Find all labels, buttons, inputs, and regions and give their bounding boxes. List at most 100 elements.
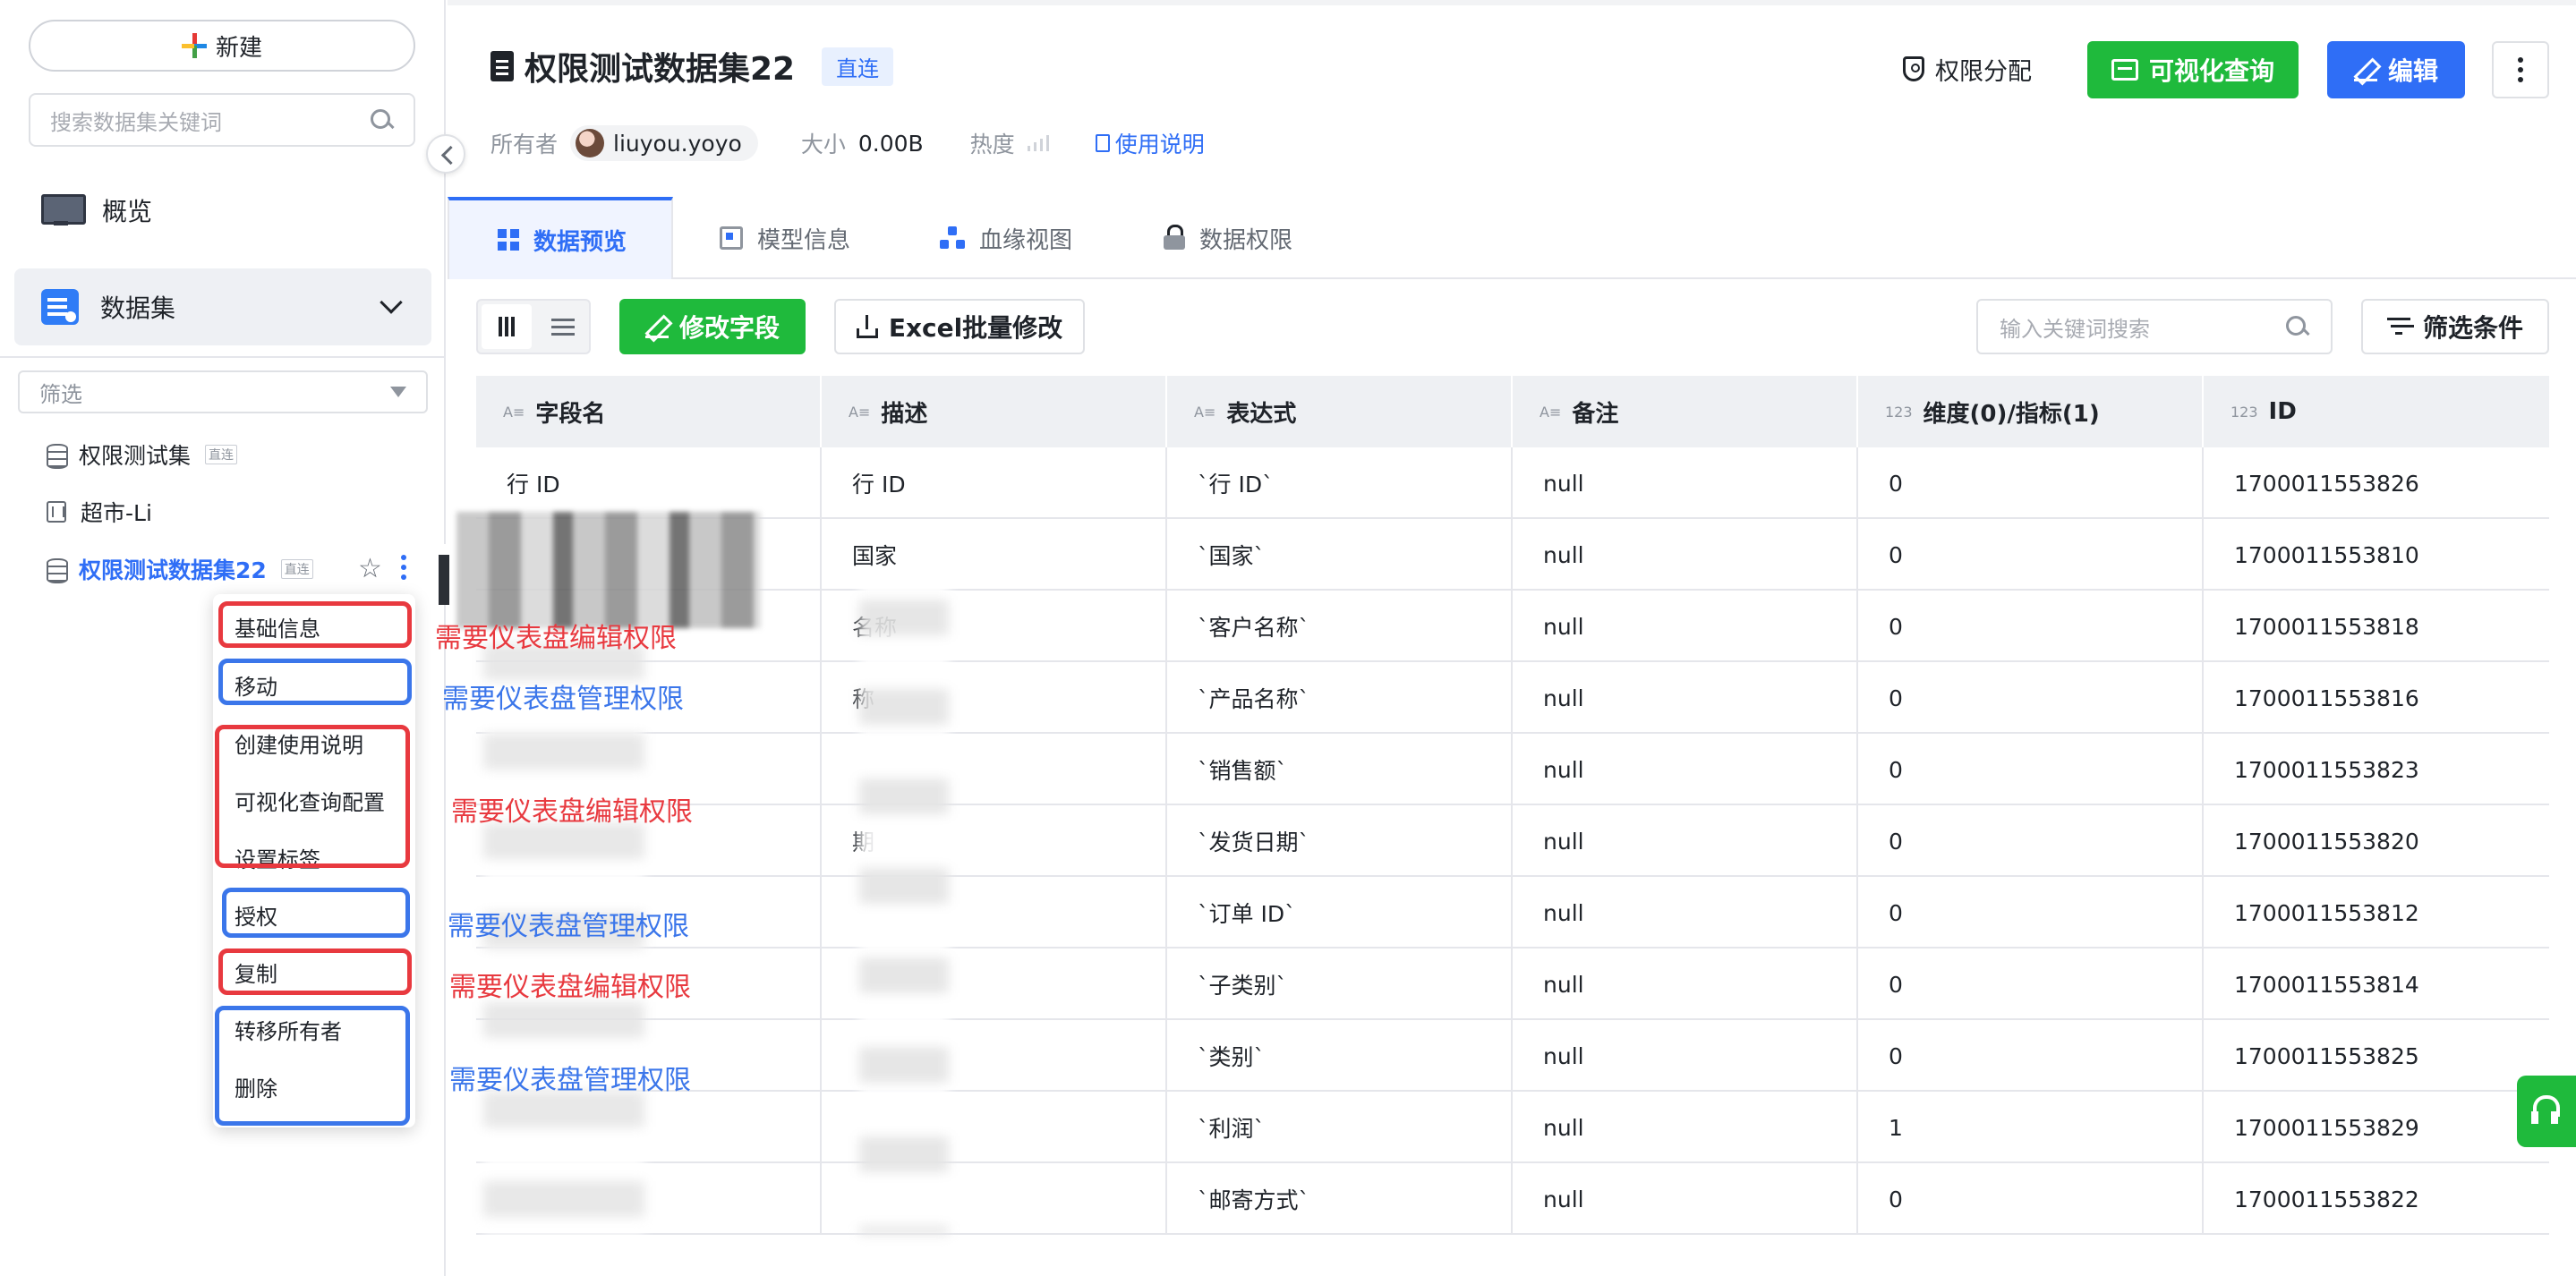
usage-guide-link[interactable]: 使用说明 xyxy=(1095,127,1205,159)
nav-dataset[interactable]: 数据集 xyxy=(14,268,431,345)
tab-model-info[interactable]: 模型信息 xyxy=(720,197,850,279)
tree-item-tag: 直连 xyxy=(280,559,313,579)
table-row[interactable]: `订单 ID` null 0 1700011553812 xyxy=(476,877,2549,948)
visual-query-button[interactable]: 可视化查询 xyxy=(2087,41,2299,98)
tab-lineage-view[interactable]: 血缘视图 xyxy=(940,197,1072,279)
search-icon[interactable] xyxy=(2284,314,2309,339)
tree-item-dataset-1[interactable]: 权限测试集 直连 xyxy=(0,430,446,480)
nav-overview[interactable]: 概览 xyxy=(14,181,431,240)
table-cell: null xyxy=(1513,662,1858,734)
table-cell: 1700011553818 xyxy=(2234,613,2419,640)
chevron-down-icon[interactable] xyxy=(380,291,403,314)
tab-data-preview[interactable]: 数据预览 xyxy=(448,197,673,279)
column-header-label: 字段名 xyxy=(535,400,606,428)
table-row[interactable]: `利润` null 1 1700011553829 xyxy=(476,1092,2549,1163)
mosaic-mask xyxy=(456,512,761,628)
table-row[interactable]: `邮寄方式` null 0 1700011553822 xyxy=(476,1163,2549,1235)
table-cell: 0 xyxy=(1858,1163,2204,1235)
excel-batch-edit-button[interactable]: Excel批量修改 xyxy=(834,299,1085,354)
heat-bars-icon xyxy=(1027,135,1049,151)
table-cell: null xyxy=(1513,877,1858,948)
document-icon xyxy=(490,51,514,81)
edit-button[interactable]: 编辑 xyxy=(2327,41,2465,98)
table-row[interactable]: 国家 `国家` null 0 1700011553810 xyxy=(476,519,2549,591)
keyword-search-placeholder: 输入关键词搜索 xyxy=(2000,316,2150,342)
annotation-manage-permission: 需要仪表盘管理权限 xyxy=(442,684,684,715)
table-cell: null xyxy=(1513,519,1858,591)
column-header[interactable]: A≡ 表达式 xyxy=(1167,376,1513,447)
table-cell: 1700011553825 xyxy=(2234,1042,2419,1069)
highlight-box-red xyxy=(215,725,410,868)
column-header[interactable]: A≡ 描述 xyxy=(822,376,1167,447)
column-header[interactable]: A≡ 字段名 xyxy=(476,376,822,447)
sheet-icon xyxy=(47,501,66,523)
monitor-icon xyxy=(41,194,86,226)
tab-data-permission[interactable]: 数据权限 xyxy=(1164,197,1292,279)
usage-guide-label: 使用说明 xyxy=(1114,132,1205,157)
table-cell: `产品名称` xyxy=(1167,662,1513,734)
filter-conditions-button[interactable]: 筛选条件 xyxy=(2361,299,2549,354)
table-cell: 1700011553822 xyxy=(2234,1186,2419,1212)
new-button[interactable]: 新建 xyxy=(29,20,415,72)
list-view-icon[interactable] xyxy=(541,304,587,349)
more-vertical-icon[interactable] xyxy=(401,555,406,582)
annotation-edit-permission: 需要仪表盘编辑权限 xyxy=(449,972,691,1003)
sidebar-divider xyxy=(0,356,446,358)
top-strip xyxy=(448,0,2576,5)
grid-icon xyxy=(498,229,519,251)
column-header-label: 表达式 xyxy=(1226,400,1297,428)
table-cell: `类别` xyxy=(1167,1020,1513,1092)
tree-item-dataset-2[interactable]: 超市-Li xyxy=(0,487,446,537)
search-icon[interactable] xyxy=(369,107,394,132)
table-cell: 0 xyxy=(1858,519,2204,591)
lineage-icon xyxy=(940,226,965,250)
column-header[interactable]: 123 ID xyxy=(2204,376,2549,447)
permission-assign-label: 权限分配 xyxy=(1935,57,2032,86)
table-cell: null xyxy=(1513,1163,1858,1235)
more-button[interactable] xyxy=(2492,41,2549,98)
annotation-edit-permission: 需要仪表盘编辑权限 xyxy=(451,796,693,828)
heat-label: 热度 xyxy=(969,132,1015,157)
pen-icon xyxy=(2353,58,2377,81)
plus-icon xyxy=(181,33,207,58)
table-row[interactable]: 称`产品名称`null01700011553816 xyxy=(476,662,2549,734)
sidebar-collapse-button[interactable] xyxy=(426,134,465,174)
field-type-icon: A≡ xyxy=(503,403,525,421)
annotation-manage-permission: 需要仪表盘管理权限 xyxy=(449,1065,691,1096)
page-title: 权限测试数据集22 xyxy=(525,51,796,88)
table-row[interactable]: `类别` null 0 1700011553825 xyxy=(476,1020,2549,1092)
table-cell: null xyxy=(1513,805,1858,877)
headset-icon[interactable] xyxy=(2517,1076,2576,1147)
dataset-search-input[interactable]: 搜索数据集关键词 xyxy=(29,93,415,147)
column-view-icon[interactable] xyxy=(482,304,532,349)
size-label: 大小 xyxy=(800,132,846,157)
annotation-manage-permission: 需要仪表盘管理权限 xyxy=(448,911,689,942)
table-cell: 0 xyxy=(1858,591,2204,662)
permission-assign-button[interactable]: 权限分配 xyxy=(1894,41,2041,97)
meta-row: 所有者 liuyou.yoyo 大小 0.00B 热度 使用说明 xyxy=(490,125,1205,161)
table-cell: `客户名称` xyxy=(1167,591,1513,662)
tree-filter-select[interactable]: 筛选 xyxy=(18,370,428,413)
table-cell: null xyxy=(1513,734,1858,805)
table-cell: 1700011553810 xyxy=(2234,541,2419,568)
page-title-row: 权限测试数据集22 直连 xyxy=(490,43,894,89)
table-row[interactable]: 期`发货日期`null01700011553820 xyxy=(476,805,2549,877)
column-header[interactable]: A≡ 备注 xyxy=(1513,376,1858,447)
column-header[interactable]: 123 维度(0)/指标(1) xyxy=(1858,376,2204,447)
model-icon xyxy=(720,226,743,250)
table-row[interactable]: 名称`客户名称`null01700011553818 xyxy=(476,591,2549,662)
keyword-search-input[interactable]: 输入关键词搜索 xyxy=(1976,299,2333,354)
field-type-icon: A≡ xyxy=(1194,403,1216,421)
pen-icon xyxy=(644,315,669,338)
table-row[interactable]: `子类别` null 0 1700011553814 xyxy=(476,948,2549,1020)
table-cell: `行 ID` xyxy=(1167,447,1513,519)
table-cell: 0 xyxy=(1858,447,2204,519)
tree-item-dataset-3[interactable]: 权限测试数据集22 直连 ☆ xyxy=(0,544,446,594)
star-icon[interactable]: ☆ xyxy=(358,553,382,584)
table-row[interactable]: `销售额` null 0 1700011553823 xyxy=(476,734,2549,805)
table-row[interactable]: 行 ID 行 ID `行 ID` null 0 1700011553826 xyxy=(476,447,2549,519)
table-cell: 1 xyxy=(1858,1092,2204,1163)
modify-fields-button[interactable]: 修改字段 xyxy=(619,299,806,354)
owner-chip[interactable]: liuyou.yoyo xyxy=(570,125,758,161)
table-cell: `销售额` xyxy=(1167,734,1513,805)
